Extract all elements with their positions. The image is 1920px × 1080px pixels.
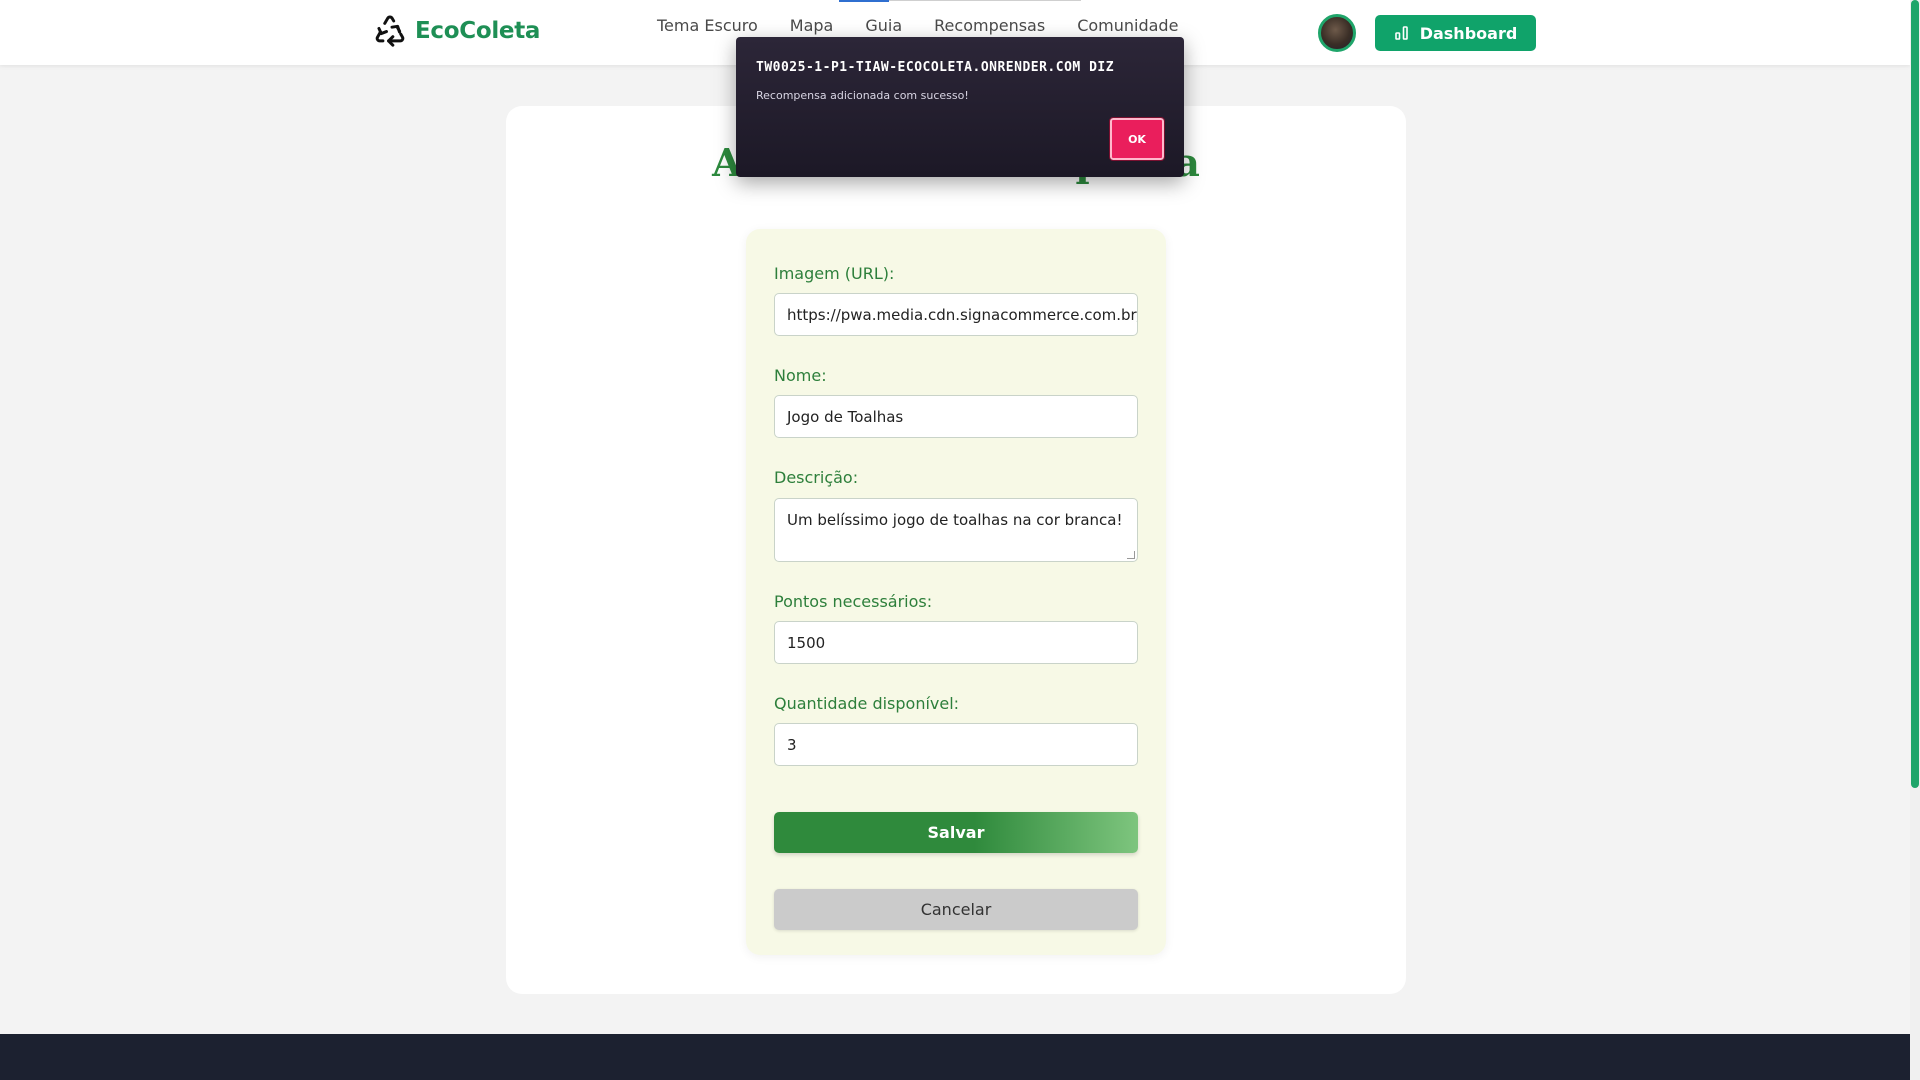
nav-item-comunidade[interactable]: Comunidade: [1077, 16, 1178, 35]
image-url-label: Imagem (URL):: [774, 264, 895, 283]
main-nav: Tema Escuro Mapa Guia Recompensas Comuni…: [657, 16, 1178, 35]
cancel-button[interactable]: Cancelar: [774, 889, 1138, 930]
nav-item-recompensas[interactable]: Recompensas: [934, 16, 1045, 35]
user-avatar[interactable]: [1318, 14, 1356, 52]
name-input[interactable]: Jogo de Toalhas: [774, 395, 1138, 438]
active-tab-indicator: [839, 0, 889, 2]
description-textarea[interactable]: Um belíssimo jogo de toalhas na cor bran…: [774, 498, 1138, 562]
resize-handle-icon[interactable]: [1127, 551, 1135, 559]
nav-item-mapa[interactable]: Mapa: [790, 16, 834, 35]
bar-chart-icon: [1394, 26, 1408, 40]
nav-item-tema-escuro[interactable]: Tema Escuro: [657, 16, 758, 35]
app-name: EcoColeta: [415, 18, 541, 44]
quantity-label: Quantidade disponível:: [774, 694, 960, 713]
dialog-ok-button[interactable]: OK: [1109, 117, 1165, 161]
dashboard-button[interactable]: Dashboard: [1375, 15, 1536, 51]
nav-item-guia[interactable]: Guia: [865, 16, 902, 35]
image-url-input[interactable]: https://pwa.media.cdn.signacommerce.com.…: [774, 293, 1138, 336]
dialog-message: Recompensa adicionada com sucesso!: [756, 89, 969, 102]
alert-dialog: TW0025-1-P1-TIAW-ECOCOLETA.ONRENDER.COM …: [736, 37, 1184, 177]
save-button[interactable]: Salvar: [774, 812, 1138, 853]
recycle-icon: [375, 15, 405, 47]
dialog-title: TW0025-1-P1-TIAW-ECOCOLETA.ONRENDER.COM …: [756, 60, 1115, 75]
page-footer: [0, 1034, 1910, 1080]
points-label: Pontos necessários:: [774, 592, 933, 611]
dashboard-label: Dashboard: [1419, 23, 1518, 43]
points-input[interactable]: 1500: [774, 621, 1138, 664]
tab-divider: [889, 0, 1081, 1]
page-scrollbar[interactable]: [1910, 0, 1920, 1080]
description-value: Um belíssimo jogo de toalhas na cor bran…: [787, 511, 1123, 529]
description-label: Descrição:: [774, 468, 859, 487]
app-logo[interactable]: EcoColeta: [373, 14, 540, 48]
scrollbar-thumb[interactable]: [1911, 0, 1919, 788]
quantity-input[interactable]: 3: [774, 723, 1138, 766]
name-label: Nome:: [774, 366, 827, 385]
